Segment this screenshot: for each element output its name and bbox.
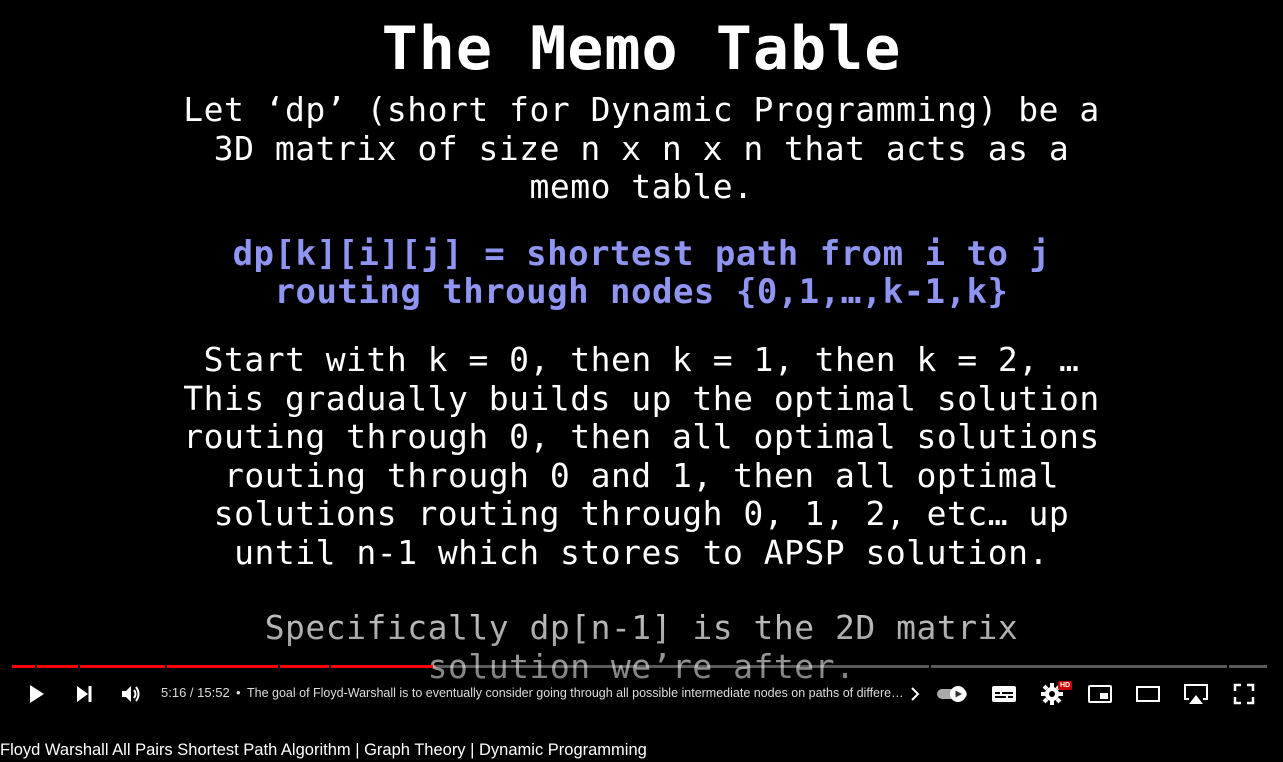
theater-mode-icon <box>1136 686 1160 702</box>
fullscreen-icon <box>1233 683 1255 705</box>
chapter-expand-button[interactable] <box>906 672 924 716</box>
next-icon <box>77 686 92 702</box>
chapter-segment[interactable] <box>12 665 35 668</box>
chapter-segment[interactable] <box>280 665 329 668</box>
slide-paragraph-explanation: Start with k = 0, then k = 1, then k = 2… <box>183 340 1100 572</box>
player-controls: 5:16 / 15:52 • The goal of Floyd-Warshal… <box>0 672 1283 716</box>
chapter-title[interactable]: The goal of Floyd-Warshall is to eventua… <box>247 672 907 716</box>
play-button[interactable] <box>16 672 56 716</box>
airplay-icon <box>1184 684 1208 704</box>
chapter-segment[interactable] <box>37 665 78 668</box>
hd-badge: HD <box>1058 681 1073 690</box>
autoplay-toggle-icon <box>937 686 967 702</box>
theater-mode-button[interactable] <box>1128 672 1168 716</box>
autoplay-toggle[interactable] <box>932 672 974 716</box>
volume-button[interactable] <box>111 672 151 716</box>
time-display: 5:16 / 15:52 <box>161 685 230 700</box>
video-player[interactable]: The Memo Table Let ‘dp’ (short for Dynam… <box>0 0 1283 716</box>
airplay-button[interactable] <box>1176 672 1216 716</box>
chapter-segment[interactable] <box>80 665 165 668</box>
chapter-segment[interactable] <box>331 665 929 668</box>
chevron-right-icon <box>911 687 920 701</box>
progress-bar[interactable] <box>12 665 1267 668</box>
fullscreen-button[interactable] <box>1224 672 1264 716</box>
subtitles-icon <box>992 686 1016 702</box>
next-button[interactable] <box>64 672 104 716</box>
slide-title: The Memo Table <box>381 14 902 84</box>
video-title: Floyd Warshall All Pairs Shortest Path A… <box>0 741 647 759</box>
chapter-segment[interactable] <box>167 665 278 668</box>
time-separator: • <box>236 685 241 700</box>
slide-definition: dp[k][i][j] = shortest path from i to j … <box>232 234 1051 312</box>
play-icon <box>30 685 44 703</box>
miniplayer-button[interactable] <box>1080 672 1120 716</box>
chapter-segment[interactable] <box>1229 665 1267 668</box>
subtitles-button[interactable] <box>984 672 1024 716</box>
slide-paragraph-intro: Let ‘dp’ (short for Dynamic Programming)… <box>183 90 1100 206</box>
miniplayer-icon <box>1088 685 1112 703</box>
chapter-segment[interactable] <box>931 665 1227 668</box>
settings-button[interactable] <box>1032 672 1072 716</box>
volume-icon <box>122 686 140 702</box>
